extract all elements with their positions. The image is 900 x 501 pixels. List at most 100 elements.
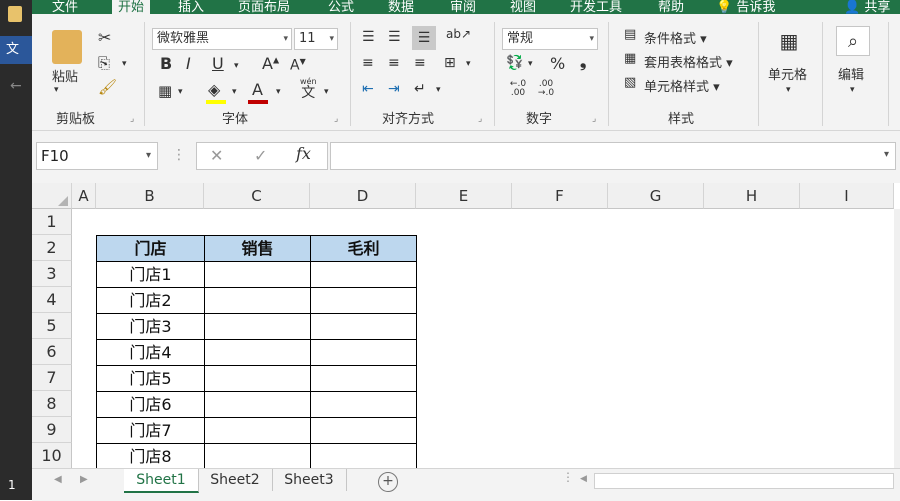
worksheet-grid[interactable]: A B C D E F G H I 1 2 3 4 5 6 7 8 9 10 门… — [32, 183, 894, 468]
font-color-dropdown-icon[interactable]: ▾ — [276, 88, 281, 97]
accounting-format-icon[interactable]: 💱 — [506, 56, 523, 70]
scroll-left-icon[interactable]: ◀ — [580, 475, 587, 484]
cell-styles-icon[interactable]: ▧ — [624, 76, 636, 89]
add-sheet-button[interactable]: + — [378, 472, 398, 492]
horizontal-scrollbar[interactable] — [594, 473, 894, 489]
table-cell[interactable]: 门店6 — [96, 391, 205, 418]
table-cell[interactable] — [310, 443, 417, 468]
font-launcher-icon[interactable]: ⌟ — [334, 114, 338, 124]
column-header[interactable]: E — [416, 183, 512, 209]
increase-font-button[interactable]: A▲ — [262, 56, 279, 72]
table-cell[interactable] — [204, 313, 311, 340]
column-header[interactable]: A — [72, 183, 96, 209]
merge-center-icon[interactable]: ⊞ — [444, 56, 456, 70]
row-header[interactable]: 2 — [32, 235, 72, 261]
table-cell[interactable] — [204, 339, 311, 366]
column-header[interactable]: D — [310, 183, 416, 209]
bold-button[interactable]: B — [160, 56, 172, 72]
tab-data[interactable]: 数据 — [388, 0, 414, 14]
column-header[interactable]: B — [96, 183, 204, 209]
cells-button[interactable]: 单元格 — [768, 64, 807, 83]
align-middle-icon[interactable]: ☰ — [388, 30, 401, 44]
tab-view[interactable]: 视图 — [510, 0, 536, 14]
decrease-decimal-button[interactable]: .00 →.0 — [534, 80, 558, 98]
table-cell[interactable]: 门店1 — [96, 261, 205, 288]
table-cell[interactable]: 门店2 — [96, 287, 205, 314]
copy-icon[interactable]: ⎘ — [98, 56, 110, 71]
search-icon[interactable]: ⌕ — [836, 26, 870, 56]
borders-dropdown-icon[interactable]: ▾ — [178, 88, 183, 97]
share-button[interactable]: 👤 共享 — [844, 0, 890, 14]
wrap-dropdown-icon[interactable]: ▾ — [436, 86, 441, 95]
row-header[interactable]: 3 — [32, 261, 72, 287]
fill-color-dropdown-icon[interactable]: ▾ — [232, 88, 237, 97]
table-cell[interactable]: 门店3 — [96, 313, 205, 340]
tab-insert[interactable]: 插入 — [178, 0, 204, 14]
clipboard-launcher-icon[interactable]: ⌟ — [130, 114, 134, 124]
row-header[interactable]: 9 — [32, 417, 72, 443]
table-cell[interactable] — [204, 443, 311, 468]
align-left-icon[interactable]: ≡ — [362, 56, 374, 70]
table-cell[interactable] — [204, 391, 311, 418]
table-cell[interactable] — [310, 313, 417, 340]
table-cell[interactable] — [310, 365, 417, 392]
cancel-icon[interactable]: ✕ — [210, 148, 223, 164]
align-center-icon[interactable]: ≡ — [388, 56, 400, 70]
decrease-font-button[interactable]: A▼ — [290, 58, 306, 73]
tab-home[interactable]: 开始 — [112, 0, 151, 14]
column-header[interactable]: I — [800, 183, 894, 209]
alignment-launcher-icon[interactable]: ⌟ — [478, 114, 482, 124]
column-header[interactable]: G — [608, 183, 704, 209]
row-header[interactable]: 5 — [32, 313, 72, 339]
sheet-tab-1[interactable]: Sheet1 — [124, 469, 199, 493]
table-cell[interactable] — [310, 417, 417, 444]
borders-icon[interactable]: ▦ — [158, 84, 172, 99]
next-sheet-icon[interactable]: ▶ — [80, 475, 88, 485]
font-color-icon[interactable]: A — [252, 82, 263, 98]
cell-styles-button[interactable]: 单元格样式 ▾ — [644, 76, 720, 95]
paste-button[interactable]: 粘贴 — [52, 66, 78, 85]
table-cell[interactable]: 门店5 — [96, 365, 205, 392]
tab-developer[interactable]: 开发工具 — [570, 0, 622, 14]
row-header[interactable]: 6 — [32, 339, 72, 365]
format-as-table-icon[interactable]: ▦ — [624, 52, 636, 65]
table-cell[interactable] — [204, 365, 311, 392]
row-header[interactable]: 7 — [32, 365, 72, 391]
row-header[interactable]: 1 — [32, 209, 72, 235]
percent-style-button[interactable]: % — [550, 56, 565, 72]
increase-indent-icon[interactable]: ⇥ — [388, 82, 400, 96]
align-top-icon[interactable]: ☰ — [362, 30, 375, 44]
row-header[interactable]: 8 — [32, 391, 72, 417]
align-bottom-icon[interactable]: ☰ — [412, 26, 436, 50]
increase-decimal-button[interactable]: ←.0.00 — [506, 80, 530, 98]
conditional-format-button[interactable]: 条件格式 ▾ — [644, 28, 707, 47]
underline-dropdown-icon[interactable]: ▾ — [234, 62, 239, 71]
paste-dropdown-icon[interactable]: ▾ — [54, 86, 59, 95]
font-size-select[interactable]: 11 ▾ — [294, 28, 338, 50]
tab-review[interactable]: 审阅 — [450, 0, 476, 14]
italic-button[interactable]: I — [186, 56, 191, 72]
paste-icon[interactable] — [52, 30, 82, 64]
phonetic-dropdown-icon[interactable]: ▾ — [324, 88, 329, 97]
tab-formulas[interactable]: 公式 — [328, 0, 354, 14]
tell-me-search[interactable]: 💡 告诉我 — [716, 0, 775, 14]
formula-input[interactable]: ▾ — [330, 142, 896, 170]
comma-style-button[interactable]: ❟ — [580, 54, 586, 70]
table-cell[interactable]: 门店4 — [96, 339, 205, 366]
table-cell[interactable] — [204, 261, 311, 288]
sheet-tab-3[interactable]: Sheet3 — [272, 469, 347, 491]
table-cell[interactable] — [310, 287, 417, 314]
fill-color-icon[interactable]: ◈ — [208, 82, 220, 98]
table-cell[interactable] — [310, 391, 417, 418]
orientation-icon[interactable]: ab↗ — [446, 28, 471, 40]
conditional-format-icon[interactable]: ▤ — [624, 28, 636, 41]
prev-sheet-icon[interactable]: ◀ — [54, 475, 62, 485]
column-header[interactable]: F — [512, 183, 608, 209]
accounting-dropdown-icon[interactable]: ▾ — [528, 60, 533, 69]
tab-split-icon[interactable]: ⋮ — [562, 471, 574, 483]
table-cell[interactable] — [204, 287, 311, 314]
font-name-select[interactable]: 微软雅黑 ▾ — [152, 28, 292, 50]
row-header[interactable]: 10 — [32, 443, 72, 468]
table-cell[interactable] — [204, 417, 311, 444]
editing-dropdown-icon[interactable]: ▾ — [850, 86, 855, 95]
